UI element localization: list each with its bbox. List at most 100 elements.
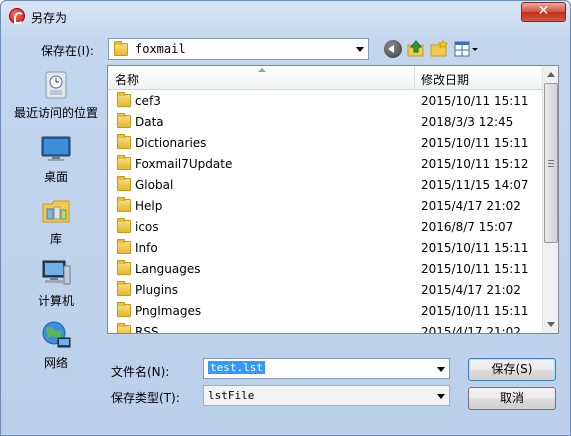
folder-icon [117,197,131,212]
views-menu-icon[interactable] [454,40,480,58]
chevron-down-icon [356,47,364,52]
place-libraries[interactable]: 库 [7,195,105,247]
file-row[interactable]: Help 2015/4/17 21:02 [108,196,542,217]
folder-icon [117,92,131,107]
column-name-header[interactable]: 名称 [115,71,139,88]
scroll-up-arrow-icon[interactable] [547,72,555,77]
column-divider[interactable] [414,66,415,90]
file-date: 2015/4/17 21:02 [421,325,521,334]
filename-value: test.lst [208,361,265,374]
sort-ascending-icon [258,68,266,72]
file-date: 2015/11/15 14:07 [421,178,529,192]
vertical-scrollbar[interactable] [542,66,558,333]
folder-icon [117,302,131,317]
place-network[interactable]: 网络 [7,319,105,371]
file-date: 2015/4/17 21:02 [421,199,521,213]
file-list: 名称 修改日期 cef3 2015/10/11 15:11 Data 2018/3/3… [107,65,559,334]
file-date: 2015/10/11 15:11 [421,94,529,108]
chevron-down-icon[interactable] [437,394,445,399]
file-row[interactable]: Foxmail7Update 2015/10/11 15:12 [108,154,542,175]
filename-label: 文件名(N): [111,365,170,379]
place-label: 最近访问的位置 [13,106,98,120]
file-name: cef3 [135,94,161,108]
place-label: 桌面 [43,170,68,184]
computer-icon [40,257,72,289]
filename-field[interactable]: test.lst [203,358,450,379]
file-name: Global [135,178,174,192]
file-date: 2015/4/17 21:02 [421,283,521,297]
place-label: 计算机 [37,294,74,308]
folder-icon [114,41,128,56]
place-recent[interactable]: 最近访问的位置 [7,69,105,121]
location-dropdown[interactable]: foxmail [108,38,369,60]
place-label: 网络 [43,356,68,370]
desktop-icon [40,133,72,165]
folder-icon [117,176,131,191]
folder-icon [117,155,131,170]
file-date: 2015/10/11 15:11 [421,136,529,150]
file-row[interactable]: Data 2018/3/3 12:45 [108,112,542,133]
place-computer[interactable]: 计算机 [7,257,105,309]
place-label: 库 [49,232,62,246]
scroll-thumb[interactable] [544,83,558,243]
save-as-dialog: 另存为 ✕ 保存在(I): foxmail 最近访问的位置 桌面 库 计算机 网… [0,0,571,436]
folder-icon [117,218,131,233]
file-row[interactable]: Dictionaries 2015/10/11 15:11 [108,133,542,154]
file-rows: cef3 2015/10/11 15:11 Data 2018/3/3 12:45 Di… [108,91,542,334]
location-value: foxmail [135,42,186,56]
location-toolbar: 保存在(I): foxmail [1,37,570,63]
column-header-bar: 名称 修改日期 [108,66,542,90]
title-bar[interactable]: 另存为 ✕ [1,1,570,31]
folder-icon [117,281,131,296]
close-button[interactable]: ✕ [521,2,566,22]
file-row[interactable]: Global 2015/11/15 14:07 [108,175,542,196]
filetype-value: lstFile [208,389,255,402]
file-row[interactable]: RSS 2015/4/17 21:02 [108,322,542,334]
save-in-label: 保存在(I): [41,44,94,58]
file-row[interactable]: icos 2016/8/7 15:07 [108,217,542,238]
file-name: Help [135,199,163,213]
file-name: Data [135,115,164,129]
recent-places-icon [40,69,72,101]
chevron-down-icon[interactable] [437,367,445,372]
grip-line [548,163,554,164]
folder-icon [117,239,131,254]
save-button[interactable]: 保存(S) [468,358,556,381]
filetype-dropdown[interactable]: lstFile [203,385,450,406]
file-name: Dictionaries [135,136,207,150]
file-date: 2015/10/11 15:11 [421,241,529,255]
file-date: 2018/3/3 12:45 [421,115,514,129]
folder-icon [117,134,131,149]
scroll-down-arrow-icon[interactable] [547,322,555,327]
file-name: PngImages [135,304,202,318]
cancel-button[interactable]: 取消 [468,387,556,410]
file-name: icos [135,220,159,234]
place-desktop[interactable]: 桌面 [7,133,105,185]
file-row[interactable]: Plugins 2015/4/17 21:02 [108,280,542,301]
file-row[interactable]: cef3 2015/10/11 15:11 [108,91,542,112]
file-date: 2015/10/11 15:11 [421,262,529,276]
window-title: 另存为 [31,11,68,25]
file-row[interactable]: Info 2015/10/11 15:11 [108,238,542,259]
file-name: Foxmail7Update [135,157,233,171]
file-row[interactable]: PngImages 2015/10/11 15:11 [108,301,542,322]
libraries-icon [40,195,72,227]
folder-icon [117,260,131,275]
places-bar: 最近访问的位置 桌面 库 计算机 网络 [7,65,105,370]
new-folder-icon[interactable] [430,38,449,58]
file-name: Info [135,241,158,255]
grip-line [548,166,554,167]
network-icon [40,319,72,351]
column-date-header[interactable]: 修改日期 [421,71,469,88]
file-date: 2015/10/11 15:12 [421,157,529,171]
back-arrow-icon[interactable] [384,40,402,58]
grip-line [548,160,554,161]
file-name: Plugins [135,283,178,297]
folder-icon [117,113,131,128]
file-row[interactable]: Languages 2015/10/11 15:11 [108,259,542,280]
foxmail-app-icon [9,8,25,24]
up-folder-icon[interactable] [407,40,425,58]
file-name: Languages [135,262,201,276]
folder-icon [117,323,131,333]
file-date: 2016/8/7 15:07 [421,220,514,234]
